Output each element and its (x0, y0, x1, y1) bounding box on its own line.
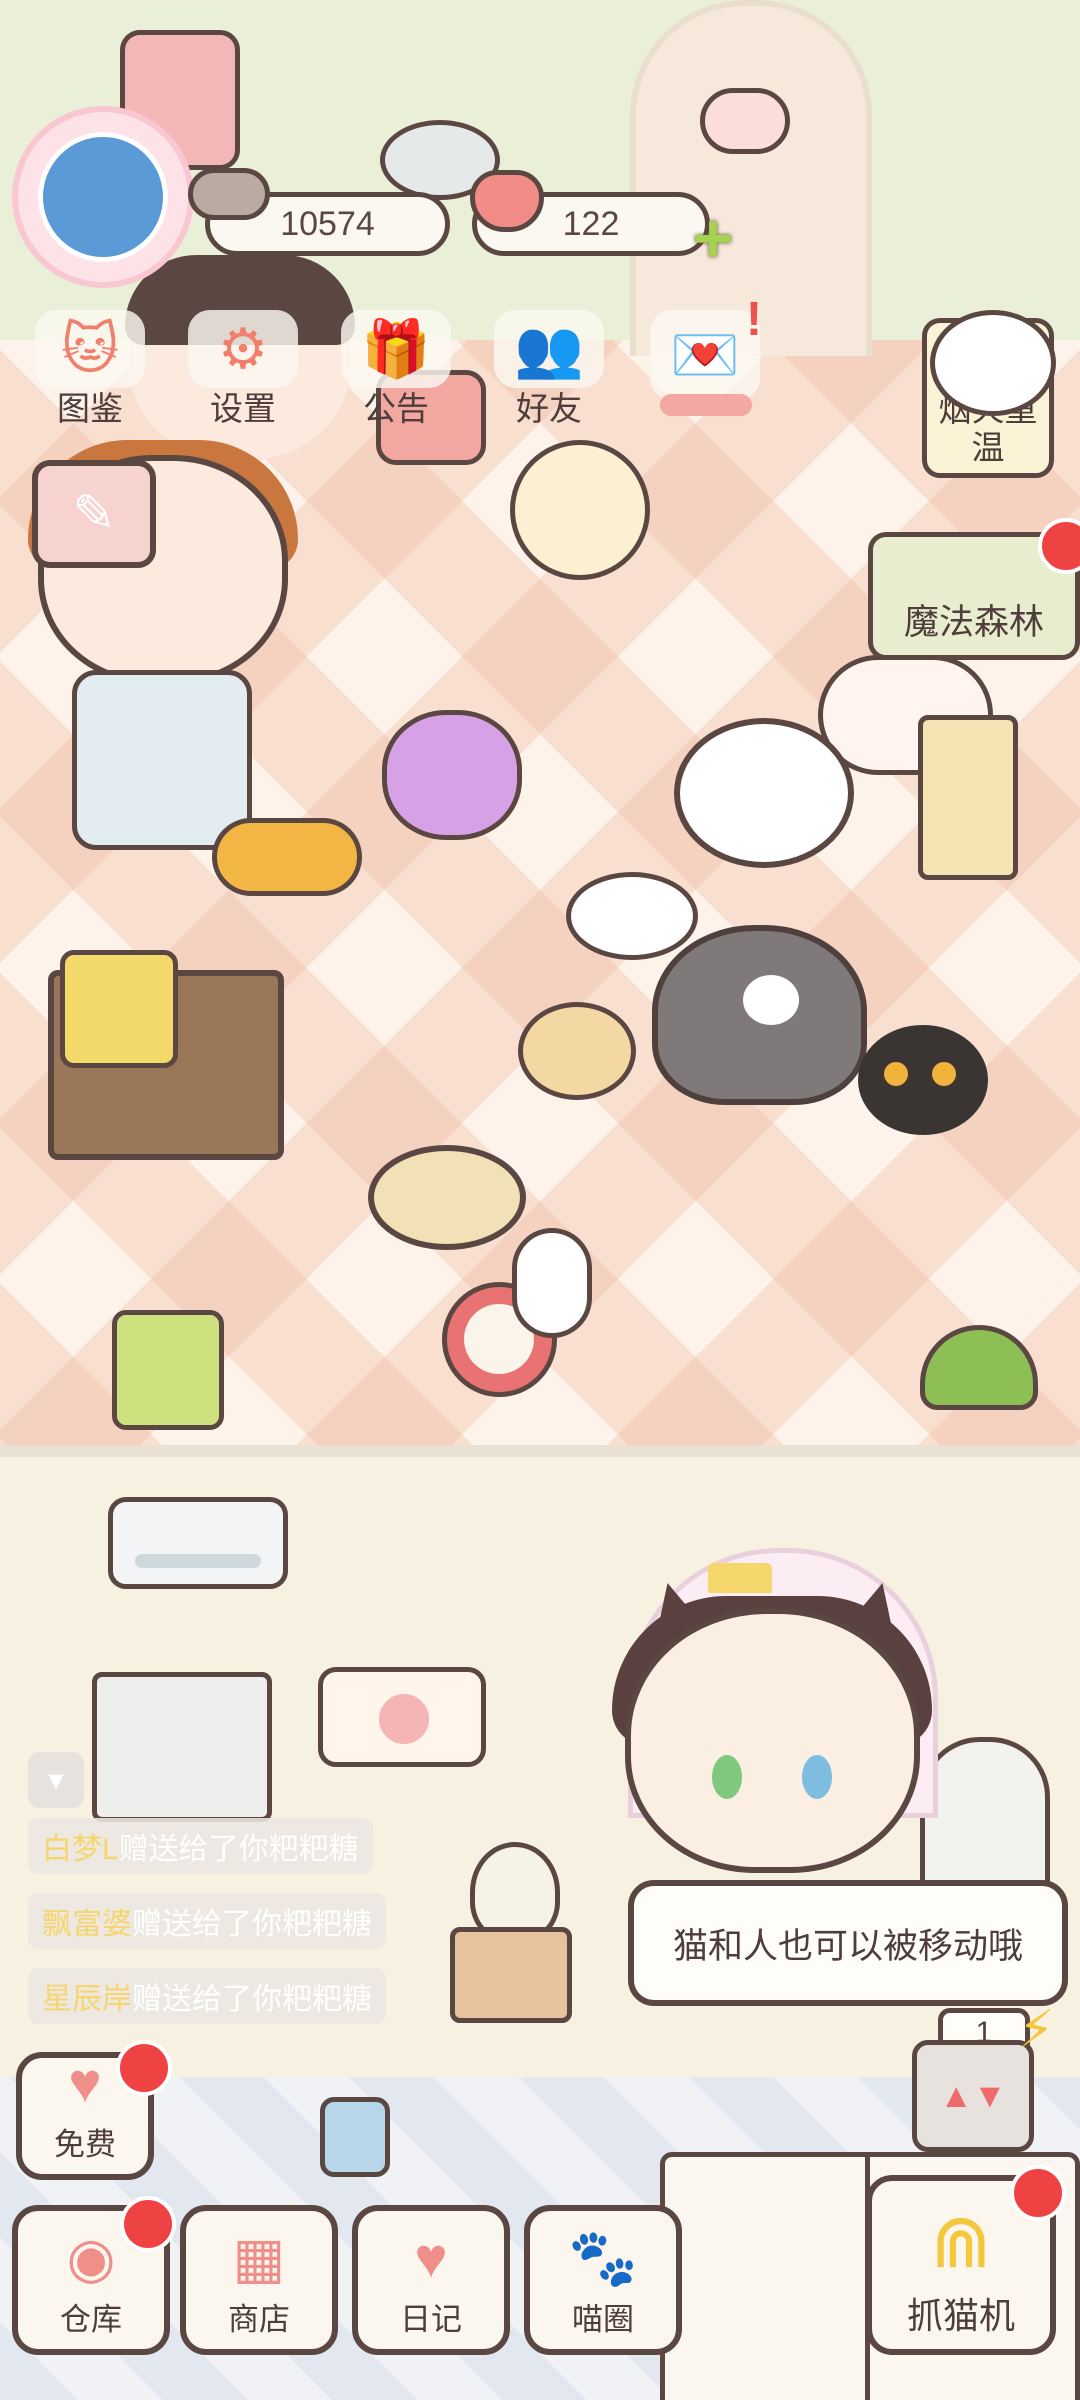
menu-announcement[interactable]: 🎁 公告 (336, 310, 456, 430)
capsule-machine-button[interactable]: ▲▼ (912, 2040, 1034, 2152)
mail-progress-bar (660, 394, 752, 416)
black-cat[interactable] (858, 1025, 988, 1135)
black-cat-eye (884, 1062, 908, 1086)
nav-storage-label: 仓库 (60, 2302, 122, 2337)
storage-red-dot (120, 2196, 176, 2252)
menu-announcement-label: 公告 (363, 390, 429, 427)
crown-icon (708, 1563, 772, 1593)
bottom-navigation: ◉ 仓库 ▦ 商店 ♥ 日记 🐾 喵圈 (0, 2205, 700, 2355)
character-girl-eye-blue (802, 1755, 832, 1799)
cat-planet-icon: 🐾 (568, 2226, 638, 2289)
coin-value: 10574 (280, 204, 375, 243)
notice-username: 白梦L (42, 1833, 119, 1866)
claw-icon: ⋒ (929, 2200, 992, 2283)
nav-cat-circle-label: 喵圈 (572, 2302, 634, 2337)
candy-jar[interactable] (60, 950, 178, 1068)
menu-settings-label: 设置 (210, 390, 276, 427)
avatar-portrait (38, 132, 168, 262)
add-hearts-button[interactable]: + (680, 203, 746, 273)
nav-cat-circle[interactable]: 🐾 喵圈 (524, 2205, 682, 2355)
gift-notice: 星辰岸 赠送给了你粑粑糖 (28, 1968, 386, 2024)
room-divider (0, 1445, 1080, 1457)
calendar-edit-button[interactable]: ✎ (32, 460, 156, 568)
gift-icon: 🎁 (361, 317, 431, 380)
hungry-thought-bubble[interactable] (674, 718, 854, 868)
purple-bear-plush[interactable] (382, 710, 522, 840)
menu-friends-label: 好友 (516, 390, 582, 427)
notice-text: 赠送给了你粑粑糖 (132, 1983, 372, 2016)
nav-shop[interactable]: ▦ 商店 (180, 2205, 338, 2355)
black-cat-eye (932, 1062, 956, 1086)
mail-alert-badge: ! (746, 293, 762, 346)
duck-toy-decoration[interactable] (510, 440, 650, 580)
fried-chicken-plate[interactable] (212, 818, 362, 896)
menu-collection-label: 图鉴 (57, 390, 123, 427)
notice-text: 赠送给了你粑粑糖 (118, 1833, 359, 1866)
menu-friends[interactable]: 👥 好友 (489, 310, 609, 430)
arrows-icon: ▲▼ (939, 2076, 1007, 2115)
notice-username: 星辰岸 (42, 1983, 132, 2016)
flower-sign[interactable] (318, 1667, 486, 1767)
claw-machine-red-dot (1010, 2165, 1066, 2221)
cat-head-icon: 🐱 (60, 317, 120, 380)
cat-scratcher-post[interactable] (918, 715, 1018, 880)
flower-icon (379, 1694, 429, 1744)
nav-shop-label: 商店 (228, 2302, 290, 2337)
fish-coin-icon (188, 168, 270, 220)
free-reward-red-dot (116, 2040, 172, 2096)
heart-currency-icon (470, 170, 544, 232)
gray-cat-face (743, 975, 799, 1025)
shop-icon: ▦ (232, 2226, 286, 2289)
notice-text: 赠送给了你粑粑糖 (132, 1908, 372, 1941)
player-avatar[interactable] (12, 106, 194, 288)
friends-icon: 👥 (514, 317, 584, 380)
gift-notice: 飘富婆 赠送给了你粑粑糖 (28, 1893, 386, 1949)
gift-notice: 白梦L 赠送给了你粑粑糖 (28, 1818, 373, 1874)
character-girl[interactable] (625, 1608, 920, 1873)
round-cat-basket[interactable] (368, 1145, 526, 1250)
free-reward-label: 免费 (54, 2127, 116, 2162)
cat-feeder-toy[interactable] (566, 872, 698, 960)
pencil-icon: ✎ (72, 485, 116, 543)
blue-boot-decoration[interactable] (320, 2097, 390, 2177)
chat-collapse-button[interactable]: ▾ (28, 1752, 84, 1808)
magic-forest-label: 魔法森林 (903, 603, 1044, 642)
air-conditioner[interactable] (108, 1497, 288, 1589)
hint-text: 猫和人也可以被移动哦 (672, 1926, 1023, 1966)
panda-poster[interactable] (92, 1672, 272, 1822)
nav-diary[interactable]: ♥ 日记 (352, 2205, 510, 2355)
heart-face-icon: ♥ (68, 2051, 102, 2114)
leaf-fan-decoration[interactable] (518, 1002, 636, 1100)
heart-mail-icon: 💌 (670, 323, 740, 386)
hint-speech-bubble: 猫和人也可以被移动哦 (628, 1880, 1068, 2006)
diary-icon: ♥ (414, 2226, 448, 2289)
cat-food-can[interactable] (112, 1310, 224, 1430)
character-girl-eye-green (712, 1755, 742, 1799)
nav-diary-label: 日记 (400, 2302, 462, 2337)
notice-username: 飘富婆 (42, 1908, 132, 1941)
lightning-icon: ⚡ (1018, 2001, 1055, 2059)
bear-hood-icon (930, 310, 1056, 416)
storage-icon: ◉ (66, 2226, 116, 2289)
claw-machine-label: 抓猫机 (906, 2295, 1015, 2336)
bunny-plush[interactable] (512, 1228, 592, 1338)
plant-pot[interactable] (450, 1927, 572, 2023)
wind-chime-decoration[interactable] (700, 88, 790, 154)
menu-settings[interactable]: ⚙ 设置 (183, 310, 303, 430)
gear-icon: ⚙ (217, 317, 269, 380)
menu-collection[interactable]: 🐱 图鉴 (30, 310, 150, 430)
character-boy-body[interactable] (72, 670, 252, 850)
chevron-down-icon: ▾ (48, 1763, 64, 1797)
heart-value: 122 (562, 204, 620, 243)
